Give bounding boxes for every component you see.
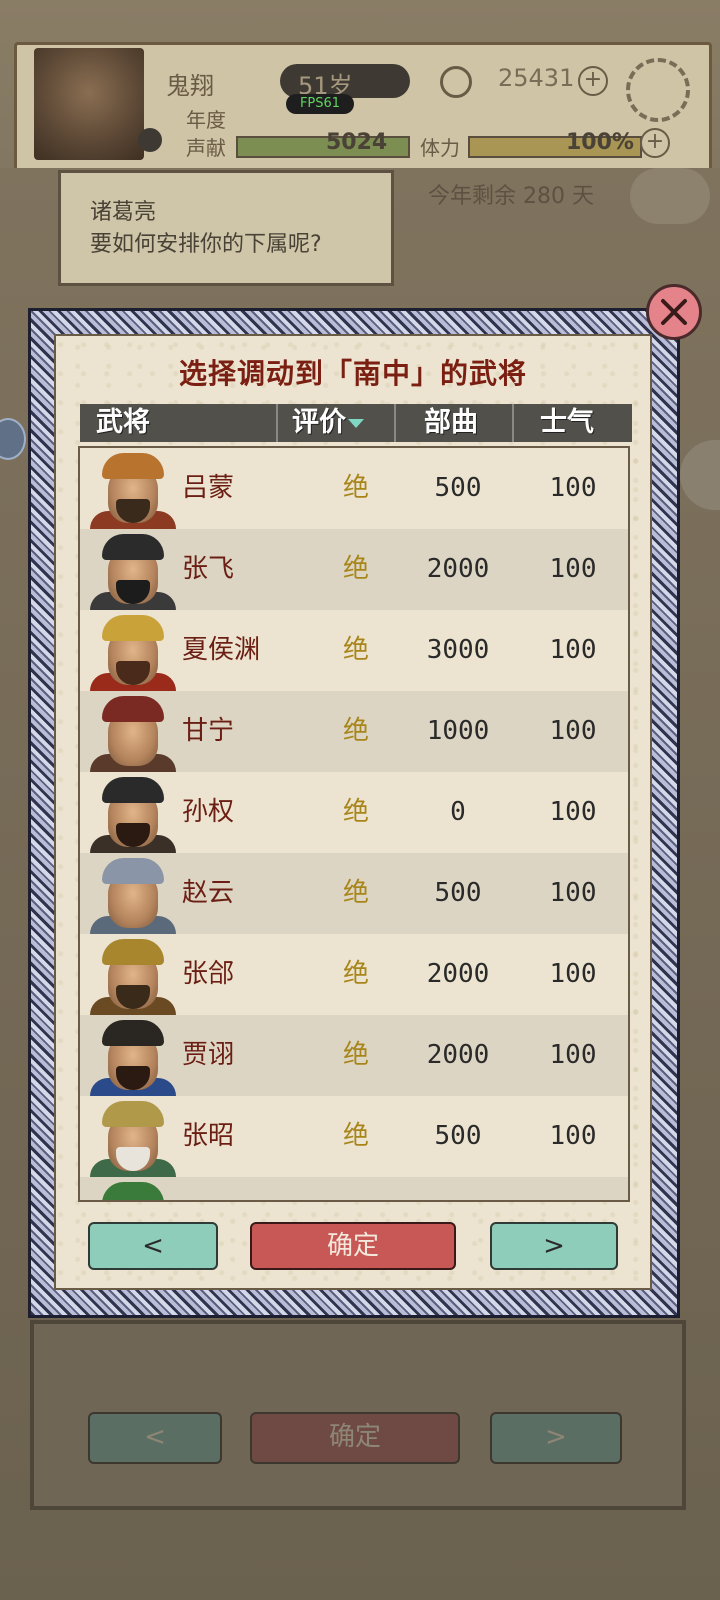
ghost-confirm-button: 确定	[250, 1412, 460, 1464]
general-morale: 100	[549, 716, 597, 746]
general-morale: 100	[549, 554, 597, 584]
general-portrait	[90, 613, 176, 691]
general-rating: 绝	[342, 716, 369, 746]
general-row[interactable]: 张郃 绝 2000 100	[80, 934, 628, 1015]
general-rating: 绝	[342, 878, 369, 908]
general-troops: 500	[434, 473, 482, 503]
general-troops: 1000	[426, 716, 490, 746]
general-troops: 0	[450, 797, 466, 827]
general-row[interactable]: 夏侯渊 绝 3000 100	[80, 610, 628, 691]
general-portrait	[90, 694, 176, 772]
coin-count: 25431	[498, 64, 575, 92]
general-name: 孙权	[182, 797, 235, 827]
stamina-label: 体力	[420, 136, 460, 160]
general-name: 吕蒙	[182, 473, 235, 503]
general-morale: 100	[549, 1040, 597, 1070]
add-stamina-icon: +	[640, 128, 670, 158]
dialog-title: 选择调动到「南中」的武将	[178, 357, 527, 390]
general-troops: 500	[434, 878, 482, 908]
general-portrait	[90, 775, 176, 853]
confirm-button[interactable]: 确定	[250, 1222, 456, 1270]
general-troops: 2000	[426, 959, 490, 989]
gear-icon	[626, 58, 690, 122]
general-row[interactable]: 吕蒙 绝 500 100	[80, 448, 628, 529]
general-troops: 3000	[426, 635, 490, 665]
ghost-prev-button: <	[88, 1412, 222, 1464]
general-row[interactable]: 贾诩 绝 2000 100	[80, 1015, 628, 1096]
general-row[interactable]: 张昭 绝 500 100	[80, 1096, 628, 1177]
header-divider	[394, 404, 396, 442]
year-label: 年度	[186, 108, 226, 132]
general-name: 贾诩	[182, 1040, 235, 1070]
general-morale: 100	[549, 1121, 597, 1151]
cloud-icon	[630, 168, 710, 224]
general-troops: 2000	[426, 554, 490, 584]
close-icon	[661, 299, 687, 325]
reputation-label: 声献	[186, 136, 226, 160]
general-rating: 绝	[342, 1121, 369, 1151]
speaker-prompt: 要如何安排你的下属呢?	[90, 232, 322, 257]
stamina-value: 100%	[566, 130, 634, 155]
column-troops: 部曲	[424, 407, 478, 438]
general-row-partial[interactable]	[80, 1177, 628, 1200]
screen: 鬼翔 51岁 FPS61 25431 + 年度 声献 5024 体力 100% …	[0, 0, 720, 1600]
fps-counter: FPS61	[286, 94, 354, 114]
days-remaining: 今年剩余 280 天	[428, 184, 594, 209]
general-row[interactable]: 孙权 绝 0 100	[80, 772, 628, 853]
column-rating-label: 评价	[292, 407, 346, 438]
header-divider	[276, 404, 278, 442]
general-rating: 绝	[342, 797, 369, 827]
general-portrait	[90, 1180, 176, 1200]
general-row[interactable]: 赵云 绝 500 100	[80, 853, 628, 934]
next-page-button[interactable]: >	[490, 1222, 618, 1270]
general-morale: 100	[549, 473, 597, 503]
sort-down-icon	[348, 419, 364, 428]
column-morale: 士气	[540, 407, 594, 438]
general-portrait	[90, 1018, 176, 1096]
column-rating-sort[interactable]: 评价	[292, 404, 364, 442]
general-rating: 绝	[342, 1040, 369, 1070]
general-portrait	[90, 856, 176, 934]
general-rating: 绝	[342, 473, 369, 503]
general-name: 张郃	[182, 959, 235, 989]
header-divider	[512, 404, 514, 442]
prev-page-button[interactable]: <	[88, 1222, 218, 1270]
column-general: 武将	[96, 407, 150, 438]
reputation-value: 5024	[326, 130, 388, 155]
speaker-name: 诸葛亮	[90, 200, 157, 225]
general-name: 赵云	[182, 878, 235, 908]
general-rating: 绝	[342, 635, 369, 665]
add-coins-icon: +	[578, 66, 608, 96]
player-avatar	[34, 48, 144, 160]
general-name: 张飞	[182, 554, 235, 584]
general-morale: 100	[549, 959, 597, 989]
general-row[interactable]: 甘宁 绝 1000 100	[80, 691, 628, 772]
general-morale: 100	[549, 878, 597, 908]
general-list[interactable]: 吕蒙绝 500 100 张飞绝 2000 100 夏侯渊绝 3000 100 甘宁绝 1000 100…	[78, 446, 630, 1202]
coin-icon	[440, 66, 472, 98]
general-troops: 2000	[426, 1040, 490, 1070]
ghost-next-button: >	[490, 1412, 622, 1464]
close-button[interactable]	[646, 284, 702, 340]
general-portrait	[90, 451, 176, 529]
general-troops: 500	[434, 1121, 482, 1151]
search-icon	[138, 128, 162, 152]
general-row[interactable]: 张飞 绝 2000 100	[80, 529, 628, 610]
general-morale: 100	[549, 797, 597, 827]
general-name: 甘宁	[182, 716, 235, 746]
player-name: 鬼翔	[166, 72, 214, 100]
general-rating: 绝	[342, 554, 369, 584]
general-portrait	[90, 532, 176, 610]
general-morale: 100	[549, 635, 597, 665]
general-name: 张昭	[182, 1121, 235, 1151]
general-portrait	[90, 937, 176, 1015]
general-portrait	[90, 1099, 176, 1177]
general-name: 夏侯渊	[182, 635, 261, 665]
general-rating: 绝	[342, 959, 369, 989]
